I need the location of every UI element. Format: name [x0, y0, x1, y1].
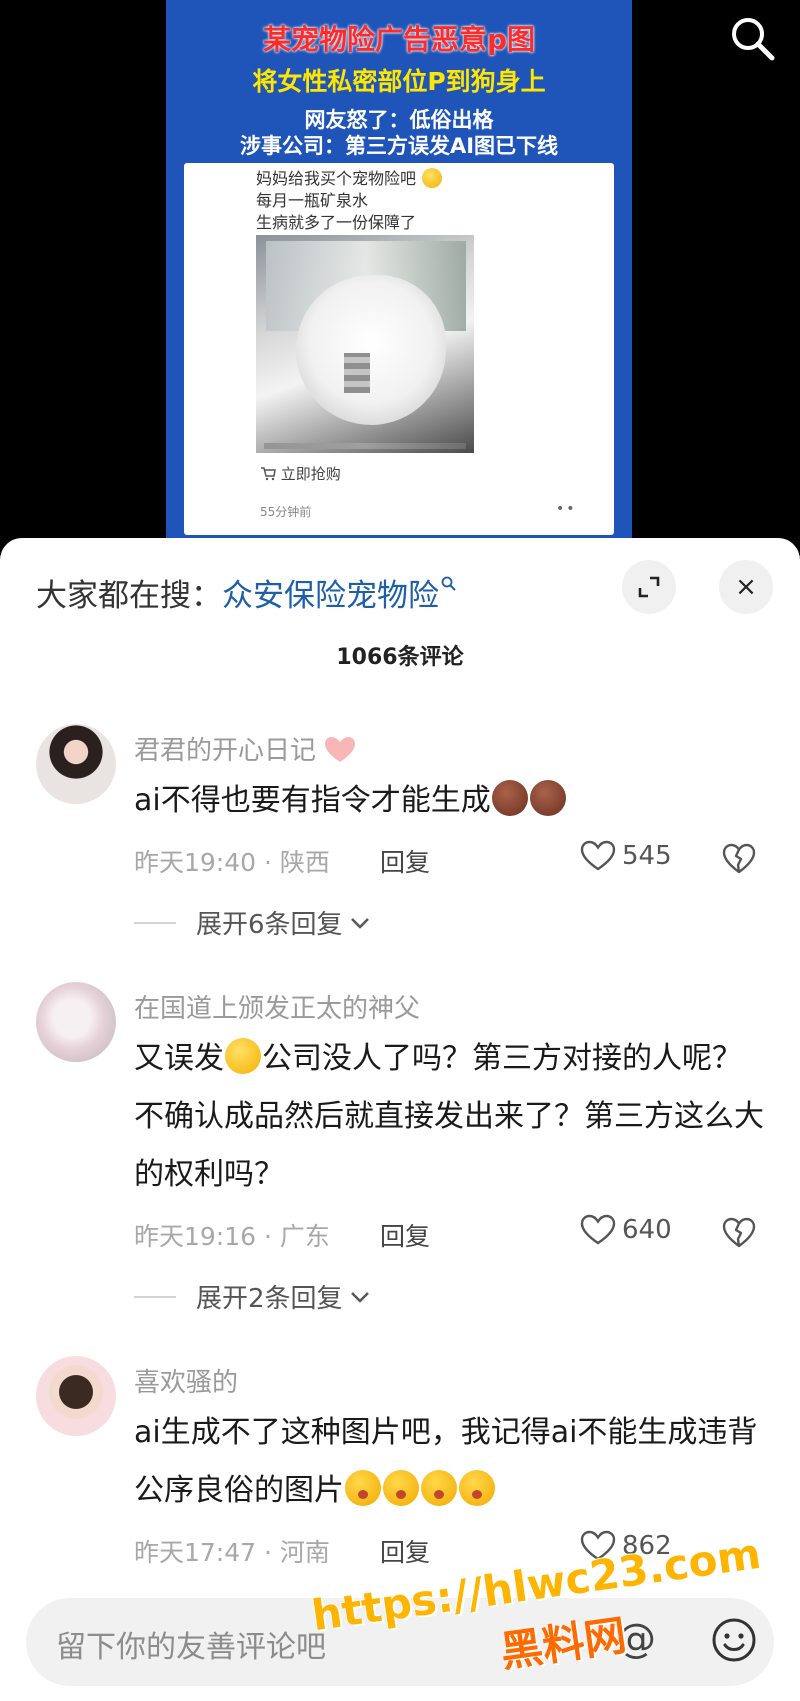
- yawn-emoji-icon: [383, 1470, 419, 1506]
- broken-heart-icon[interactable]: [722, 841, 756, 875]
- photo-mosaic: [344, 353, 370, 393]
- comment-text: ai生成不了这种图片吧，我记得ai不能生成违背公序良俗的图片: [134, 1415, 758, 1508]
- chevron-down-icon: [350, 1291, 369, 1303]
- reply-button[interactable]: 回复: [380, 843, 430, 879]
- broken-heart-icon[interactable]: [722, 1215, 756, 1249]
- smile-emoji-icon: [422, 168, 443, 188]
- avatar[interactable]: [36, 982, 116, 1062]
- avatar[interactable]: [36, 1356, 116, 1436]
- trending-prefix: 大家都在搜：: [36, 578, 222, 614]
- expand-icon: [638, 576, 660, 598]
- close-sheet-button[interactable]: ×: [719, 560, 773, 614]
- divider-dash: [134, 1295, 176, 1298]
- expand-replies-button[interactable]: 展开2条回复: [134, 1278, 373, 1315]
- emoji-icon: [491, 780, 528, 816]
- emoji-picker-icon[interactable]: [706, 1612, 762, 1668]
- poster-headline-1: 某宠物险广告恶意p图: [262, 23, 536, 56]
- expand-replies-button[interactable]: 展开6条回复: [134, 904, 373, 941]
- comment-text: ai不得也要有指令才能生成: [134, 772, 764, 830]
- trending-search: 大家都在搜：众安保险宠物险: [36, 570, 457, 615]
- poster-headline-4: 涉事公司：第三方误发AI图已下线: [239, 134, 559, 158]
- comment-username[interactable]: 君君的开心日记: [134, 730, 356, 767]
- heart-icon: [580, 840, 616, 871]
- dog-photo: [256, 235, 474, 453]
- buy-now-link[interactable]: 立即抢购: [260, 463, 341, 484]
- heart-badge-icon: [325, 737, 356, 762]
- trending-search-link[interactable]: 众安保险宠物险: [222, 576, 457, 614]
- close-icon: ×: [735, 572, 757, 602]
- like-button[interactable]: 545: [580, 840, 672, 872]
- post-time: 55分钟前: [260, 505, 312, 519]
- divider-dash: [134, 921, 176, 924]
- emoji-icon: [529, 780, 566, 816]
- reply-button[interactable]: 回复: [380, 1217, 430, 1253]
- like-count: 640: [622, 1215, 672, 1245]
- expand-replies-label: 展开6条回复: [196, 910, 343, 940]
- comment-meta: 昨天19:16 · 广东: [134, 1222, 330, 1251]
- search-icon[interactable]: [726, 12, 778, 64]
- chevron-down-icon: [350, 917, 369, 929]
- comment-count: 1066条评论: [336, 645, 464, 670]
- ad-text-line-1: 妈妈给我买个宠物险吧: [256, 165, 443, 189]
- yawn-emoji-icon: [421, 1470, 457, 1506]
- comment-username[interactable]: 在国道上颁发正太的神父: [134, 988, 420, 1025]
- comment-input-placeholder: 留下你的友善评论吧: [56, 1630, 326, 1665]
- comment-meta: 昨天17:47 · 河南: [134, 1538, 330, 1567]
- ad-text-line-3: 生病就多了一份保障了: [256, 213, 417, 232]
- comment-text: 又误发 公司没人了吗？第三方对接的人呢？不确认成品然后就直接发出来了？第三方这么大…: [134, 1030, 764, 1204]
- smile-emoji-icon: [225, 1038, 261, 1074]
- avatar[interactable]: [36, 724, 116, 804]
- ad-card: 妈妈给我买个宠物险吧 每月一瓶矿泉水 生病就多了一份保障了 立即抢购 55分钟前…: [184, 163, 614, 535]
- like-count: 545: [622, 841, 672, 871]
- cart-icon: [261, 467, 276, 481]
- poster-headline-2: 将女性私密部位P到狗身上: [252, 67, 546, 96]
- ad-text-line-2: 每月一瓶矿泉水: [256, 191, 369, 210]
- photo-caption: [264, 443, 466, 449]
- photo-dog: [296, 275, 446, 425]
- expand-replies-label: 展开2条回复: [196, 1284, 343, 1314]
- video-player[interactable]: 某宠物险广告恶意p图 将女性私密部位P到狗身上 网友怒了：低俗出格 涉事公司：第…: [0, 0, 800, 540]
- comment-sheet: 大家都在搜：众安保险宠物险 × 1066条评论 君君的开心日记 ai不得也要有指…: [0, 538, 800, 1701]
- more-dots-icon[interactable]: ••: [556, 501, 577, 517]
- buy-now-label: 立即抢购: [280, 465, 341, 483]
- yawn-emoji-icon: [345, 1470, 381, 1506]
- reply-button[interactable]: 回复: [380, 1533, 430, 1569]
- like-button[interactable]: 640: [580, 1214, 672, 1246]
- heart-icon: [580, 1214, 616, 1245]
- news-poster: 某宠物险广告恶意p图 将女性私密部位P到狗身上 网友怒了：低俗出格 涉事公司：第…: [166, 0, 632, 538]
- comment-meta: 昨天19:40 · 陕西: [134, 848, 330, 877]
- expand-sheet-button[interactable]: [622, 560, 676, 614]
- comment-username[interactable]: 喜欢骚的: [134, 1362, 238, 1399]
- yawn-emoji-icon: [459, 1470, 495, 1506]
- small-search-icon: [441, 576, 456, 591]
